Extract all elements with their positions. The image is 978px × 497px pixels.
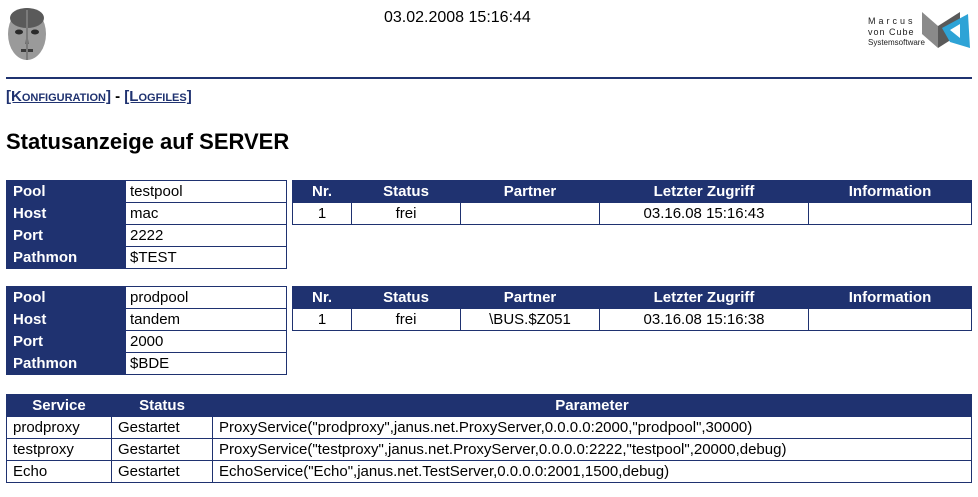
table-header-row: Nr. Status Partner Letzter Zugriff Infor… <box>293 181 971 202</box>
pathmon-value: $BDE <box>126 353 286 374</box>
col-partner: Partner <box>461 181 599 202</box>
header-divider <box>6 77 972 79</box>
faces-logo-icon <box>6 4 48 66</box>
cell-status: frei <box>352 309 460 330</box>
services-table: Service Status Parameter prodproxy Gesta… <box>6 394 972 483</box>
table-header-row: Nr. Status Partner Letzter Zugriff Infor… <box>293 287 971 308</box>
header: 03.02.2008 15:16:44 Marcus von Cube Syst… <box>0 0 978 78</box>
cell-nr: 1 <box>293 309 351 330</box>
pool-label: Pool <box>7 287 125 308</box>
cell-service: testproxy <box>7 439 111 460</box>
port-label: Port <box>7 225 125 246</box>
cell-status: Gestartet <box>112 417 212 438</box>
host-row: Host mac <box>7 203 286 224</box>
logo-line3: Systemsoftware <box>868 38 925 47</box>
port-value: 2000 <box>126 331 286 352</box>
cell-service: Echo <box>7 461 111 482</box>
logo-line1: Marcus <box>868 16 916 26</box>
pool-row: Pool prodpool <box>7 287 286 308</box>
pathmon-row: Pathmon $BDE <box>7 353 286 374</box>
pathmon-label: Pathmon <box>7 247 125 268</box>
company-logo: Marcus von Cube Systemsoftware <box>866 8 974 52</box>
connection-table: Nr. Status Partner Letzter Zugriff Infor… <box>292 180 972 225</box>
cell-parameter: ProxyService("prodproxy",janus.net.Proxy… <box>213 417 971 438</box>
table-row: testproxy Gestartet ProxyService("testpr… <box>7 439 971 460</box>
col-partner: Partner <box>461 287 599 308</box>
table-row: prodproxy Gestartet ProxyService("prodpr… <box>7 417 971 438</box>
cell-last-access: 03.16.08 15:16:38 <box>600 309 808 330</box>
cell-status: Gestartet <box>112 439 212 460</box>
cell-nr: 1 <box>293 203 351 224</box>
col-parameter: Parameter <box>213 395 971 416</box>
cell-status: Gestartet <box>112 461 212 482</box>
cell-service: prodproxy <box>7 417 111 438</box>
table-row: Echo Gestartet EchoService("Echo",janus.… <box>7 461 971 482</box>
host-label: Host <box>7 309 125 330</box>
cell-partner <box>461 203 599 224</box>
nav-separator: - <box>115 88 121 105</box>
host-row: Host tandem <box>7 309 286 330</box>
cell-status: frei <box>352 203 460 224</box>
col-nr: Nr. <box>293 287 351 308</box>
table-header-row: Service Status Parameter <box>7 395 971 416</box>
pathmon-label: Pathmon <box>7 353 125 374</box>
pool-info-table: Pool testpool Host mac Port 2222 Pathmon $TE… <box>6 180 287 269</box>
connection-table: Nr. Status Partner Letzter Zugriff Infor… <box>292 286 972 331</box>
cell-partner: \BUS.$Z051 <box>461 309 599 330</box>
table-row: 1 frei 03.16.08 15:16:43 <box>293 203 971 224</box>
col-information: Information <box>809 181 971 202</box>
pathmon-row: Pathmon $TEST <box>7 247 286 268</box>
logo-line2: von Cube <box>868 27 915 37</box>
nav-link-logfiles[interactable]: [Logfiles] <box>124 88 191 105</box>
port-value: 2222 <box>126 225 286 246</box>
cell-information <box>809 203 971 224</box>
col-last-access: Letzter Zugriff <box>600 181 808 202</box>
page-title: Statusanzeige auf SERVER <box>6 129 290 154</box>
col-service: Service <box>7 395 111 416</box>
port-label: Port <box>7 331 125 352</box>
col-status: Status <box>352 181 460 202</box>
cell-parameter: ProxyService("testproxy",janus.net.Proxy… <box>213 439 971 460</box>
table-row: 1 frei \BUS.$Z051 03.16.08 15:16:38 <box>293 309 971 330</box>
pool-row: Pool testpool <box>7 181 286 202</box>
nav-bar: [Konfiguration] - [Logfiles] <box>6 88 192 105</box>
nav-link-konfiguration[interactable]: [Konfiguration] <box>6 88 111 105</box>
cube-logo-icon <box>922 12 970 48</box>
host-label: Host <box>7 203 125 224</box>
port-row: Port 2222 <box>7 225 286 246</box>
cell-last-access: 03.16.08 15:16:43 <box>600 203 808 224</box>
pool-info-table: Pool prodpool Host tandem Port 2000 Pathmon… <box>6 286 287 375</box>
host-value: mac <box>126 203 286 224</box>
server-datetime: 03.02.2008 15:16:44 <box>384 9 531 26</box>
pool-value: prodpool <box>126 287 286 308</box>
pool-label: Pool <box>7 181 125 202</box>
pool-value: testpool <box>126 181 286 202</box>
col-last-access: Letzter Zugriff <box>600 287 808 308</box>
col-status: Status <box>352 287 460 308</box>
col-information: Information <box>809 287 971 308</box>
pathmon-value: $TEST <box>126 247 286 268</box>
host-value: tandem <box>126 309 286 330</box>
cell-information <box>809 309 971 330</box>
col-status: Status <box>112 395 212 416</box>
col-nr: Nr. <box>293 181 351 202</box>
port-row: Port 2000 <box>7 331 286 352</box>
cell-parameter: EchoService("Echo",janus.net.TestServer,… <box>213 461 971 482</box>
